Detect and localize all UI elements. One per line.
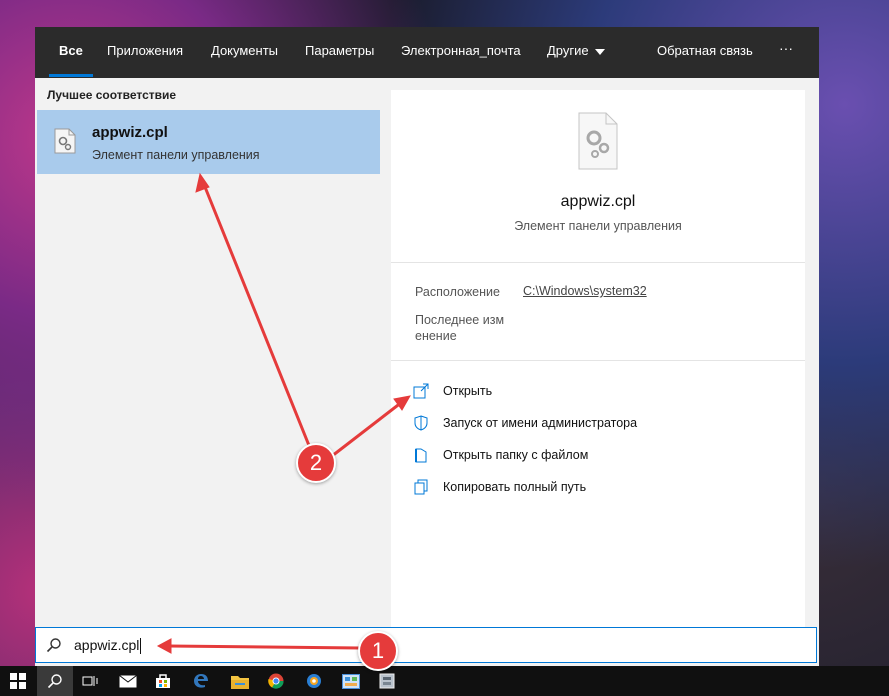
active-tab-indicator xyxy=(49,74,93,77)
tab-settings[interactable]: Параметры xyxy=(305,43,374,58)
modified-label-line1: Последнее изм xyxy=(415,313,505,327)
action-label: Открыть xyxy=(443,384,493,398)
chrome-icon[interactable] xyxy=(258,666,294,696)
location-label: Расположение xyxy=(415,285,500,299)
folder-icon xyxy=(415,448,427,463)
divider xyxy=(391,360,805,361)
tab-all[interactable]: Все xyxy=(59,43,83,58)
app-icon[interactable] xyxy=(296,666,332,696)
chevron-down-icon xyxy=(594,48,605,55)
divider xyxy=(391,262,805,263)
feedback-link[interactable]: Обратная связь xyxy=(657,43,753,58)
search-window: Все Приложения Документы Параметры Элект… xyxy=(35,27,819,667)
file-explorer-icon[interactable] xyxy=(222,666,258,696)
result-name: appwiz.cpl xyxy=(92,124,168,141)
search-icon xyxy=(46,638,61,653)
shield-icon xyxy=(414,415,428,431)
modified-label-line2: енение xyxy=(415,329,457,343)
action-label: Открыть папку с файлом xyxy=(443,448,589,462)
search-icon[interactable] xyxy=(37,666,73,696)
action-label: Запуск от имени администратора xyxy=(443,416,638,430)
tab-apps[interactable]: Приложения xyxy=(107,43,183,58)
best-match-heading: Лучшее соответствие xyxy=(47,88,177,102)
windows-start-icon[interactable] xyxy=(0,666,36,696)
search-input[interactable]: appwiz.cpl xyxy=(35,627,817,663)
annotation-badge-2: 2 xyxy=(296,443,336,483)
mail-icon[interactable] xyxy=(110,666,146,696)
edge-icon[interactable] xyxy=(183,666,219,696)
tab-other[interactable]: Другие xyxy=(547,43,605,58)
search-value: appwiz.cpl xyxy=(74,637,140,653)
action-run-as-admin[interactable]: Запуск от имени администратора xyxy=(413,414,793,434)
tab-email[interactable]: Электронная_почта xyxy=(401,43,521,58)
taskbar xyxy=(0,666,889,696)
copy-icon xyxy=(414,479,428,495)
preview-title: appwiz.cpl xyxy=(560,193,636,210)
control-panel-icon[interactable] xyxy=(333,666,369,696)
store-icon[interactable] xyxy=(145,666,181,696)
preview-subtitle: Элемент панели управления xyxy=(514,219,682,233)
settings-file-large-icon xyxy=(578,112,618,170)
tab-documents[interactable]: Документы xyxy=(211,43,278,58)
search-query: appwiz.cpl xyxy=(74,637,142,655)
result-subtitle: Элемент панели управления xyxy=(92,148,260,162)
search-filter-bar: Все Приложения Документы Параметры Элект… xyxy=(35,27,819,78)
location-link[interactable]: C:\Windows\system32 xyxy=(523,284,647,298)
action-open[interactable]: Открыть xyxy=(413,382,793,402)
action-label: Копировать полный путь xyxy=(443,480,587,494)
action-open-file-location[interactable]: Открыть папку с файлом xyxy=(413,446,793,466)
best-match-result[interactable]: appwiz.cpl Элемент панели управления xyxy=(37,110,380,174)
action-copy-path[interactable]: Копировать полный путь xyxy=(413,478,793,498)
open-icon xyxy=(413,383,429,399)
tab-other-label: Другие xyxy=(547,43,589,58)
annotation-badge-1: 1 xyxy=(358,631,398,671)
task-view-icon[interactable] xyxy=(72,666,108,696)
text-cursor xyxy=(140,638,142,655)
results-pane: Лучшее соответствие appwiz.cpl Элемент п… xyxy=(35,78,389,627)
more-options-button[interactable]: ··· xyxy=(779,40,793,56)
settings-file-icon xyxy=(54,128,76,154)
preview-pane: appwiz.cpl Элемент панели управления Рас… xyxy=(391,90,805,627)
